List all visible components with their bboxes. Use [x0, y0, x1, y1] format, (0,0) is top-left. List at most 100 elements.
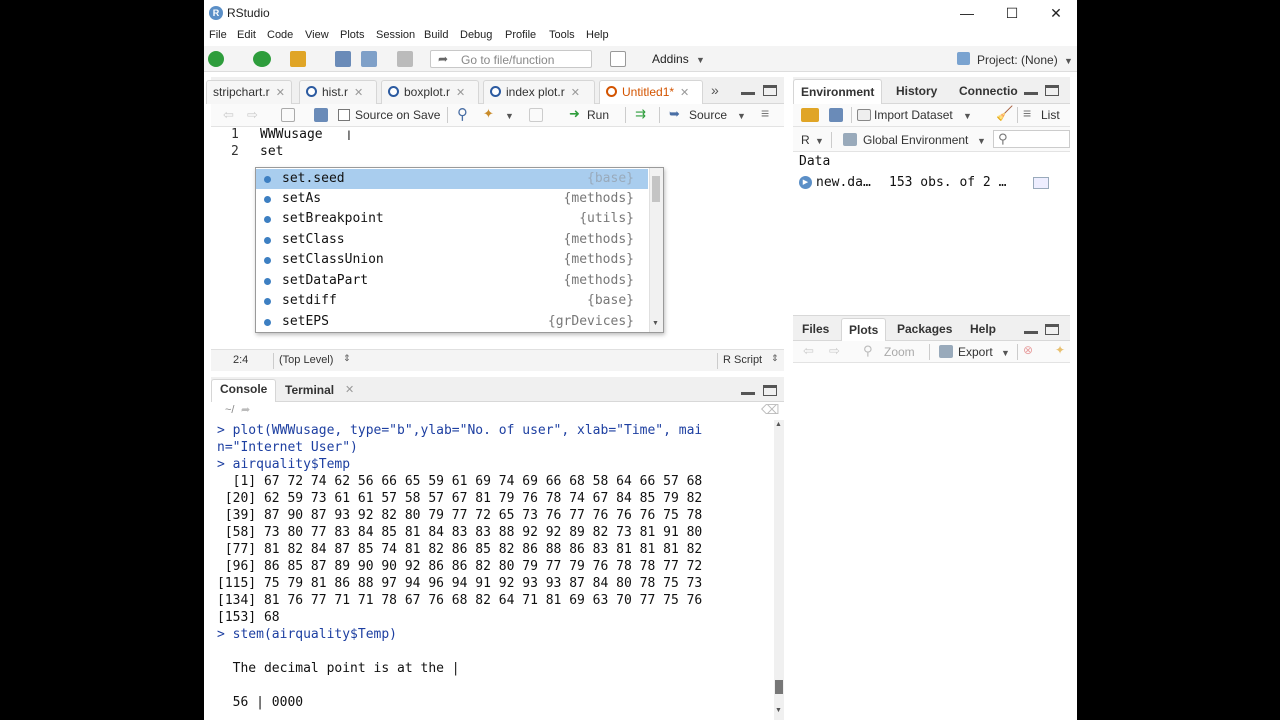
file-type-selector[interactable]: R Script — [723, 354, 762, 366]
menu-file[interactable]: File — [209, 29, 227, 41]
maximize-pane-icon[interactable] — [763, 85, 777, 96]
tab-history[interactable]: History — [896, 84, 937, 98]
new-file-icon[interactable] — [208, 51, 224, 67]
maximize-pane-icon[interactable] — [1045, 324, 1059, 335]
more-tabs-icon[interactable]: » — [711, 82, 719, 98]
scroll-thumb[interactable] — [652, 176, 660, 202]
working-directory[interactable]: ~/ — [225, 404, 234, 416]
environment-selector[interactable]: Global Environment — [863, 133, 968, 147]
close-tab-icon[interactable]: ✕ — [571, 87, 580, 99]
code-line[interactable]: WWWusage — [260, 127, 323, 142]
forward-arrow-icon[interactable]: ⇨ — [247, 107, 258, 123]
tab-untitled1[interactable]: Untitled1* ✕ — [599, 80, 703, 104]
expand-arrow-icon[interactable]: ▶ — [799, 176, 812, 189]
completion-item[interactable]: setClassUnion {methods} — [256, 250, 648, 270]
save-icon[interactable] — [314, 108, 328, 122]
tab-boxplot[interactable]: boxplot.r ✕ — [381, 80, 479, 104]
completion-item[interactable]: setDataPart {methods} — [256, 271, 648, 291]
back-arrow-icon[interactable]: ⇦ — [803, 343, 814, 359]
maximize-pane-icon[interactable] — [1045, 85, 1059, 96]
rerun-icon[interactable]: ⇉ — [635, 106, 646, 122]
open-file-icon[interactable] — [290, 51, 306, 67]
menu-edit[interactable]: Edit — [237, 29, 256, 41]
completion-item[interactable]: set.seed {base} — [256, 169, 648, 189]
completion-scrollbar[interactable]: ▼ — [649, 168, 663, 332]
menu-code[interactable]: Code — [267, 29, 293, 41]
menu-view[interactable]: View — [305, 29, 329, 41]
source-on-save-checkbox[interactable] — [338, 109, 350, 121]
clear-console-icon[interactable]: ⌫ — [761, 402, 779, 418]
forward-arrow-icon[interactable]: ⇨ — [829, 343, 840, 359]
completion-item[interactable]: setAs {methods} — [256, 189, 648, 209]
minimize-pane-icon[interactable] — [741, 86, 755, 96]
broom-icon[interactable]: 🧹 — [996, 105, 1013, 122]
console-output[interactable]: > plot(WWWusage, type="b",ylab="No. of u… — [211, 420, 774, 720]
outline-menu-icon[interactable]: ≡ — [761, 105, 769, 121]
menu-plots[interactable]: Plots — [340, 29, 364, 41]
tab-console[interactable]: Console — [211, 379, 277, 402]
scroll-down-icon[interactable]: ▼ — [775, 707, 782, 714]
close-tab-icon[interactable]: ✕ — [345, 383, 354, 396]
code-line[interactable]: set — [260, 144, 283, 159]
minimize-pane-icon[interactable] — [741, 386, 755, 396]
close-tab-icon[interactable]: ✕ — [456, 87, 465, 99]
tab-terminal[interactable]: Terminal — [277, 381, 342, 399]
tab-hist[interactable]: hist.r ✕ — [299, 80, 377, 104]
close-tab-icon[interactable]: ✕ — [354, 87, 363, 99]
tab-plots[interactable]: Plots — [841, 318, 887, 342]
environment-search-input[interactable]: ⚲ — [993, 130, 1070, 148]
menu-debug[interactable]: Debug — [460, 29, 492, 41]
print-icon[interactable] — [397, 51, 413, 67]
minimize-button[interactable]: — — [945, 3, 989, 23]
import-dataset-button[interactable]: Import Dataset — [874, 108, 953, 122]
goto-file-input[interactable]: ➦ Go to file/function — [430, 50, 592, 68]
maximize-button[interactable]: ☐ — [990, 3, 1034, 23]
remove-plot-icon[interactable]: ⊗ — [1023, 343, 1033, 357]
list-view-button[interactable]: List — [1041, 108, 1060, 122]
menu-session[interactable]: Session — [376, 29, 415, 41]
scroll-up-icon[interactable]: ▲ — [775, 421, 782, 428]
source-button[interactable]: Source — [689, 108, 727, 122]
menu-help[interactable]: Help — [586, 29, 609, 41]
save-workspace-icon[interactable] — [829, 108, 843, 122]
tab-connections[interactable]: Connectio — [959, 84, 1018, 98]
close-tab-icon[interactable]: ✕ — [680, 87, 689, 99]
minimize-pane-icon[interactable] — [1024, 86, 1038, 96]
project-menu[interactable]: Project: (None) — [977, 53, 1058, 67]
close-tab-icon[interactable]: ✕ — [276, 87, 285, 99]
completion-item[interactable]: setClass {methods} — [256, 230, 648, 250]
clear-all-plots-icon[interactable]: ✦ — [1055, 343, 1065, 357]
menu-tools[interactable]: Tools — [549, 29, 575, 41]
grid-layout-icon[interactable] — [610, 51, 626, 67]
maximize-pane-icon[interactable] — [763, 385, 777, 396]
completion-item[interactable]: setEPS {grDevices} — [256, 312, 648, 332]
show-in-window-icon[interactable] — [281, 108, 295, 122]
view-table-icon[interactable] — [1033, 177, 1049, 189]
export-button[interactable]: Export — [958, 345, 993, 359]
minimize-pane-icon[interactable] — [1024, 325, 1038, 335]
save-icon[interactable] — [335, 51, 351, 67]
magic-wand-icon[interactable]: ✦ — [483, 106, 494, 122]
tab-environment[interactable]: Environment — [793, 79, 883, 104]
tab-help[interactable]: Help — [970, 322, 996, 336]
addins-menu[interactable]: Addins — [652, 52, 689, 66]
document-outline-icon[interactable] — [529, 108, 543, 122]
save-all-icon[interactable] — [361, 51, 377, 67]
console-scrollbar[interactable]: ▲ ▼ — [774, 420, 784, 720]
go-to-directory-icon[interactable]: ➦ — [241, 403, 250, 416]
back-arrow-icon[interactable]: ⇦ — [223, 107, 234, 123]
close-button[interactable]: ✕ — [1034, 3, 1077, 23]
environment-item[interactable]: ▶ new.da… 153 obs. of 2 … — [793, 172, 1070, 194]
completion-item[interactable]: setdiff {base} — [256, 291, 648, 311]
tab-stripchart[interactable]: stripchart.r ✕ — [206, 80, 292, 104]
zoom-button[interactable]: Zoom — [884, 345, 915, 359]
search-icon[interactable]: ⚲ — [457, 105, 468, 123]
load-workspace-icon[interactable] — [801, 108, 819, 122]
tab-files[interactable]: Files — [802, 322, 829, 336]
new-project-icon[interactable] — [253, 51, 271, 67]
tab-packages[interactable]: Packages — [897, 322, 952, 336]
scroll-down-icon[interactable]: ▼ — [652, 320, 659, 327]
completion-item[interactable]: setBreakpoint {utils} — [256, 209, 648, 229]
language-selector[interactable]: R — [801, 133, 810, 147]
scope-selector[interactable]: (Top Level) — [279, 354, 333, 366]
